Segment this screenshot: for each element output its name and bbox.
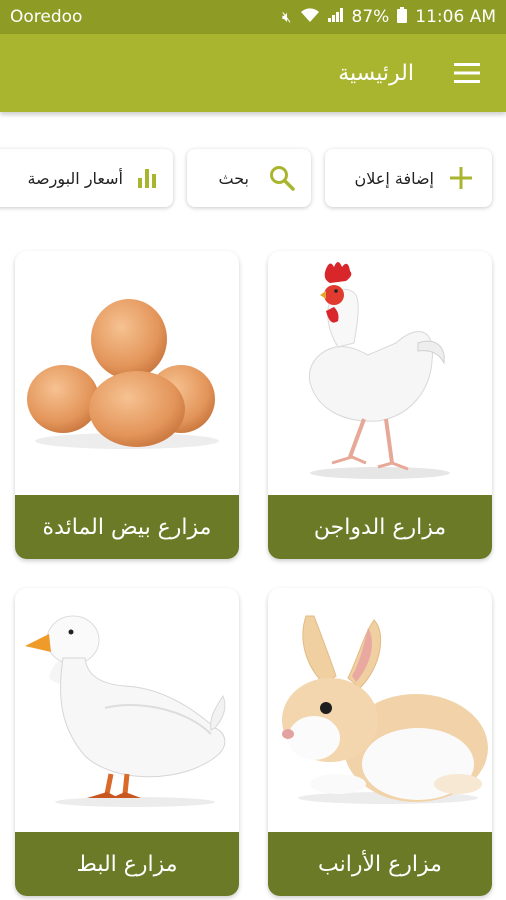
- carrier-name: Ooredoo: [10, 7, 83, 27]
- bar-chart-icon: [135, 166, 159, 190]
- rabbit-image: [268, 588, 492, 832]
- status-bar: Ooredoo 🔇︎ 87% 11:06 AM: [0, 0, 506, 34]
- mute-icon: 🔇︎: [282, 8, 292, 26]
- category-label: مزارع الأرانب: [268, 832, 492, 896]
- category-card-ducks[interactable]: مزارع البط: [15, 588, 239, 896]
- chicken-image: [268, 251, 492, 495]
- wifi-icon: [300, 7, 320, 27]
- category-card-table-eggs[interactable]: مزارع بيض المائدة: [15, 251, 239, 559]
- search-label: بحث: [218, 168, 250, 188]
- category-label: مزارع البط: [15, 832, 239, 896]
- clock: 11:06 AM: [415, 7, 496, 27]
- plus-icon: [448, 165, 474, 191]
- duck-image: [15, 588, 239, 832]
- category-label: مزارع الدواجن: [268, 495, 492, 559]
- market-prices-label: أسعار البورصة: [27, 168, 123, 188]
- battery-icon: [397, 7, 408, 27]
- app-bar: الرئيسية: [0, 34, 506, 112]
- search-button[interactable]: بحث: [187, 149, 311, 207]
- eggs-image: [15, 251, 239, 495]
- category-label: مزارع بيض المائدة: [15, 495, 239, 559]
- category-card-rabbits[interactable]: مزارع الأرانب: [268, 588, 492, 896]
- signal-icon: [327, 8, 344, 26]
- menu-button[interactable]: [442, 48, 492, 98]
- battery-level: 87%: [351, 7, 390, 27]
- category-card-poultry[interactable]: مزارع الدواجن: [268, 251, 492, 559]
- add-ad-button[interactable]: إضافة إعلان: [325, 149, 492, 207]
- market-prices-button[interactable]: أسعار البورصة: [0, 149, 173, 207]
- hamburger-menu-icon: [454, 63, 480, 83]
- search-icon: [269, 165, 295, 191]
- add-ad-label: إضافة إعلان: [354, 168, 434, 188]
- page-title: الرئيسية: [338, 60, 414, 86]
- status-icons: 🔇︎ 87% 11:06 AM: [282, 7, 496, 27]
